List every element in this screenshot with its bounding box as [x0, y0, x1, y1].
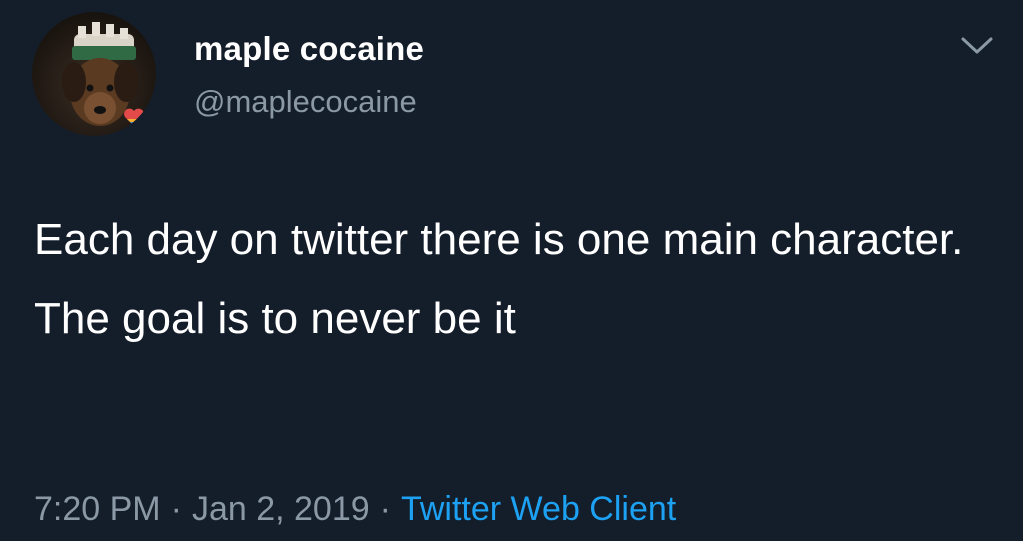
tweet-card: maple cocaine @maplecocaine Each day on … — [0, 0, 1023, 541]
dog-avatar-image — [62, 22, 144, 126]
separator: · — [170, 490, 182, 528]
tweet-metadata: 7:20 PM · Jan 2, 2019 · Twitter Web Client — [34, 490, 676, 529]
display-name[interactable]: maple cocaine — [194, 30, 424, 68]
tweet-date[interactable]: Jan 2, 2019 — [192, 490, 370, 528]
tweet-text: Each day on twitter there is one main ch… — [34, 215, 964, 343]
client-link[interactable]: Twitter Web Client — [401, 490, 676, 528]
avatar[interactable] — [32, 12, 156, 136]
chevron-down-icon[interactable] — [957, 30, 997, 60]
tweet-time[interactable]: 7:20 PM — [34, 490, 161, 528]
separator: · — [379, 490, 391, 528]
user-handle[interactable]: @maplecocaine — [194, 84, 417, 120]
